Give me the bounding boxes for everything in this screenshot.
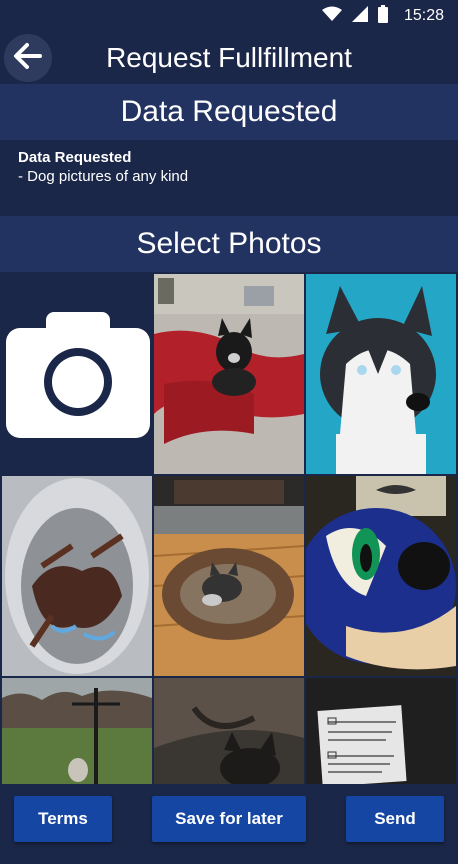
photo-grid	[0, 272, 458, 784]
save-for-later-button[interactable]: Save for later	[152, 796, 306, 842]
data-requested-item: - Dog pictures of any kind	[18, 168, 189, 185]
dog-closeup-photo[interactable]	[154, 678, 304, 784]
sonic-plush-photo[interactable]	[306, 476, 456, 676]
terms-button[interactable]: Terms	[14, 796, 112, 842]
page-title: Request Fullfillment	[106, 42, 352, 73]
select-photos-heading: Select Photos	[0, 216, 458, 272]
yard-bird-feeder-photo[interactable]	[2, 678, 152, 784]
status-time: 15:28	[403, 7, 444, 24]
send-button[interactable]: Send	[346, 796, 444, 842]
paper-sketch-photo[interactable]	[306, 678, 456, 784]
data-requested-label: Data Requested	[18, 149, 132, 166]
dog-in-bed-photo[interactable]	[154, 476, 304, 676]
wifi-icon	[321, 6, 342, 27]
data-requested-heading: Data Requested	[0, 84, 458, 140]
app-bar: Request Fullfillment	[0, 32, 458, 84]
camera-tile[interactable]	[0, 272, 152, 474]
camera-icon	[0, 272, 152, 474]
back-button[interactable]	[4, 34, 52, 82]
battery-icon	[377, 4, 388, 28]
bottom-bar: Terms Save for later Send	[0, 784, 458, 864]
data-requested-info: Data Requested - Dog pictures of any kin…	[0, 140, 458, 216]
status-bar: 15:28	[0, 0, 458, 32]
arrow-left-icon	[10, 38, 46, 79]
dog-on-blanket-photo[interactable]	[154, 274, 304, 474]
signal-icon	[351, 5, 368, 27]
husky-photo[interactable]	[306, 274, 456, 474]
lobsters-in-pot-photo[interactable]	[2, 476, 152, 676]
